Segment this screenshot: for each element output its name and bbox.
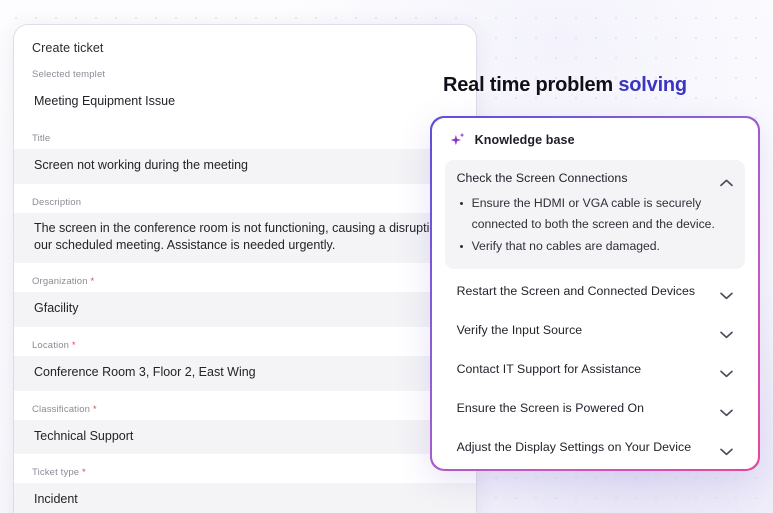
field-label: Description xyxy=(32,196,82,208)
form-field: Location * Conference Room 3, Floor 2, Ea… xyxy=(14,340,476,391)
field-value: Meeting Equipment Issue xyxy=(34,94,176,108)
knowledge-base-item-body: Ensure the HDMI or VGA cable is securely… xyxy=(457,193,734,257)
knowledge-base-item-title: Restart the Screen and Connected Devices xyxy=(456,283,696,298)
knowledge-base-item[interactable]: Contact IT Support for Assistance xyxy=(445,351,746,387)
knowledge-base-item-header[interactable]: Restart the Screen and Connected Devices xyxy=(456,283,734,299)
field-value[interactable]: Technical Support xyxy=(14,419,476,455)
required-asterisk: * xyxy=(69,339,76,351)
knowledge-base-item-title: Verify the Input Source xyxy=(456,322,583,337)
realtime-heading-plain: Real time problem xyxy=(443,74,619,96)
field-label: Ticket type * xyxy=(32,467,86,479)
knowledge-base-item[interactable]: Verify the Input Source xyxy=(445,312,746,348)
form-field: Classification * Technical Support xyxy=(14,404,476,455)
form-field: Ticket type * Incident xyxy=(14,467,476,513)
form-field: Title Screen not working during the meeti… xyxy=(14,133,476,184)
field-spacer xyxy=(14,393,476,404)
page-title: Create ticket xyxy=(32,41,104,55)
knowledge-base-bullet: Verify that no cables are damaged. xyxy=(457,236,734,257)
field-value[interactable]: The screen in the conference room is not… xyxy=(14,212,476,263)
field-label: Organization * xyxy=(32,276,95,287)
realtime-heading: Real time problem solving xyxy=(443,74,687,97)
knowledge-base-item-title: Adjust the Display Settings on Your Devi… xyxy=(456,439,692,454)
field-value[interactable]: Conference Room 3, Floor 2, East Wing xyxy=(14,355,476,391)
field-label: Classification * xyxy=(32,403,97,415)
field-spacer xyxy=(14,265,476,276)
knowledge-base-item-header[interactable]: Adjust the Display Settings on Your Devi… xyxy=(456,439,734,455)
field-value[interactable]: Gfacility xyxy=(14,292,476,327)
field-spacer xyxy=(14,186,476,197)
field-value[interactable]: Screen not working during the meeting xyxy=(14,148,476,184)
chevron-down-icon[interactable] xyxy=(720,287,734,299)
knowledge-base-accordion: Check the Screen Connections Ensure the H… xyxy=(444,159,746,470)
realtime-heading-accent: solving xyxy=(618,74,687,96)
knowledge-base-header: Knowledge base xyxy=(445,131,746,149)
knowledge-base-item-title: Contact IT Support for Assistance xyxy=(456,361,642,376)
knowledge-base-item-header[interactable]: Check the Screen Connections xyxy=(456,170,734,186)
chevron-down-icon[interactable] xyxy=(720,404,734,416)
form-field: Description The screen in the conference … xyxy=(14,196,476,263)
field-label: Title xyxy=(32,132,51,144)
chevron-down-icon[interactable] xyxy=(720,326,734,338)
required-asterisk: * xyxy=(79,467,86,479)
required-asterisk: * xyxy=(90,403,97,415)
knowledge-base-item[interactable]: Ensure the Screen is Powered On xyxy=(445,390,746,426)
knowledge-base-inner: Knowledge base Check the Screen Connecti… xyxy=(431,117,759,470)
knowledge-base-card: Knowledge base Check the Screen Connecti… xyxy=(430,116,760,471)
field-value[interactable]: Incident xyxy=(14,483,476,513)
form-field: Organization * Gfacility xyxy=(14,276,476,327)
field-spacer xyxy=(14,456,476,467)
field-label: Location * xyxy=(32,339,76,351)
knowledge-base-item[interactable]: Restart the Screen and Connected Devices xyxy=(445,273,746,309)
field-label: Selected templet xyxy=(32,69,106,80)
knowledge-base-item-header[interactable]: Contact IT Support for Assistance xyxy=(456,361,734,377)
knowledge-base-bullet: Ensure the HDMI or VGA cable is securely… xyxy=(457,193,734,235)
chevron-up-icon[interactable] xyxy=(720,174,734,186)
field-spacer xyxy=(14,122,476,133)
knowledge-base-title: Knowledge base xyxy=(474,132,575,147)
knowledge-base-item[interactable]: Test with a Different Device xyxy=(445,468,746,470)
form-field: Selected templet Meeting Equipment Issue xyxy=(14,69,476,120)
knowledge-base-item[interactable]: Check the Screen Connections Ensure the H… xyxy=(444,159,746,269)
knowledge-base-item-header[interactable]: Ensure the Screen is Powered On xyxy=(456,400,734,416)
knowledge-base-item-title: Check the Screen Connections xyxy=(456,170,628,185)
field-spacer xyxy=(14,329,476,340)
knowledge-base-item-title: Ensure the Screen is Powered On xyxy=(456,400,645,415)
chevron-down-icon[interactable] xyxy=(720,365,734,377)
sparkle-icon xyxy=(449,131,467,149)
ticket-form-fields: Selected templet Meeting Equipment Issue T… xyxy=(14,69,476,513)
required-asterisk: * xyxy=(87,276,95,287)
knowledge-base-bullet-list: Ensure the HDMI or VGA cable is securely… xyxy=(457,193,734,257)
knowledge-base-item[interactable]: Adjust the Display Settings on Your Devi… xyxy=(445,429,746,465)
chevron-down-icon[interactable] xyxy=(720,443,734,455)
knowledge-base-item-header[interactable]: Verify the Input Source xyxy=(456,322,734,338)
create-ticket-card: Create ticket Selected templet Meeting Eq… xyxy=(14,25,476,513)
